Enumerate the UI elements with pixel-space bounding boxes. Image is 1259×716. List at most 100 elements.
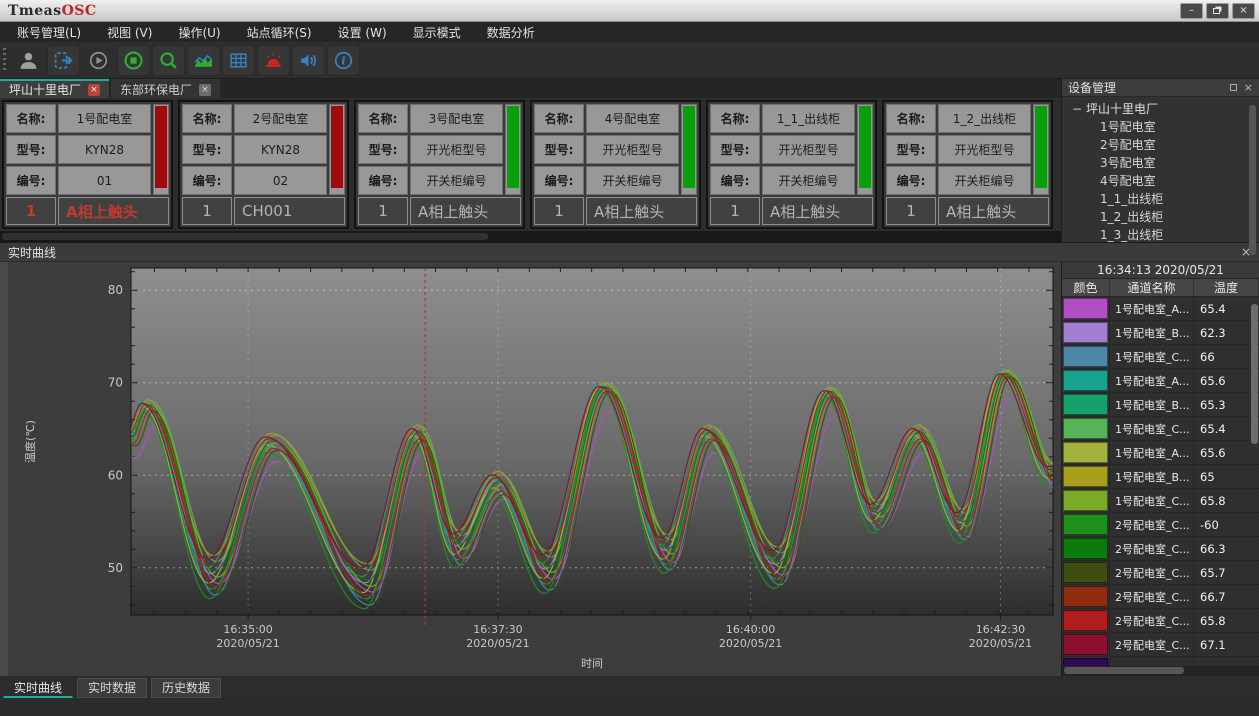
toolbar-drag-handle[interactable]	[3, 48, 6, 72]
channel-readout-table: 16:34:13 2020/05/21 颜色 通道名称 温度 1号配电室_A..…	[1061, 262, 1259, 676]
tree-item[interactable]: 1号配电室	[1062, 118, 1259, 136]
search-icon	[158, 50, 179, 71]
data-table-button[interactable]	[222, 45, 255, 76]
device-card[interactable]: 名称: 3号配电室 型号: 开光柜型号 编号: 开关柜编号 1 A相上触头	[354, 100, 525, 229]
svg-text:16:42:30: 16:42:30	[976, 623, 1025, 636]
column-color[interactable]: 颜色	[1062, 279, 1110, 296]
name-label: 名称:	[534, 104, 584, 133]
record-button[interactable]	[117, 45, 150, 76]
user-button[interactable]	[12, 45, 45, 76]
channel-color-cell	[1062, 537, 1110, 560]
channel-row[interactable]: 2号配电室_C... 66.7	[1062, 585, 1259, 609]
logout-button[interactable]	[47, 45, 80, 76]
channel-row[interactable]: 1号配电室_A... 65.6	[1062, 369, 1259, 393]
panel-close-icon[interactable]: ×	[1244, 83, 1253, 93]
cards-horizontal-scrollbar[interactable]	[0, 231, 1061, 242]
about-button[interactable]: i	[327, 45, 360, 76]
tree-scrollbar[interactable]	[1249, 105, 1256, 255]
menu-item[interactable]: 显示模式	[400, 24, 474, 41]
channel-color-cell	[1062, 489, 1110, 512]
device-card-info: 名称: 2号配电室 型号: KYN28 编号: 02	[182, 104, 345, 195]
tree-item[interactable]: 4号配电室	[1062, 172, 1259, 190]
scrollbar-thumb[interactable]	[1064, 667, 1184, 674]
play-icon	[88, 50, 109, 71]
channel-row[interactable]: 2号配电室_C... -60	[1062, 513, 1259, 537]
status-bar	[329, 104, 345, 195]
curve-body: 5060708016:35:002020/05/2116:37:302020/0…	[0, 262, 1259, 676]
channel-row[interactable]: 2号配电室_C... 65.7	[1062, 561, 1259, 585]
tree-item[interactable]: 1_3_出线柜	[1062, 226, 1259, 244]
channel-row[interactable]: 1号配电室_B... 65	[1062, 465, 1259, 489]
color-swatch	[1063, 514, 1108, 535]
channel-row[interactable]: 1号配电室_B... 62.3	[1062, 321, 1259, 345]
view-tab[interactable]: 历史数据	[151, 678, 221, 698]
view-tab[interactable]: 实时数据	[77, 678, 147, 698]
channel-row[interactable]: 1号配电室_B... 65.3	[1062, 393, 1259, 417]
channel-row[interactable]: 1号配电室_A... 65.4	[1062, 297, 1259, 321]
device-card[interactable]: 名称: 1_1_出线柜 型号: 开光柜型号 编号: 开关柜编号 1 A相上触头	[706, 100, 877, 229]
restore-button[interactable]	[1206, 3, 1229, 19]
collapse-icon[interactable]: −	[1072, 100, 1086, 118]
curve-panel-header: 实时曲线 ×	[0, 243, 1259, 262]
status-bar-fill	[683, 106, 695, 188]
serial-label: 编号:	[358, 166, 408, 195]
channel-name-cell: 2号配电室_C...	[1110, 609, 1194, 632]
channel-index: 1	[710, 197, 760, 225]
menu-item[interactable]: 账号管理(L)	[4, 24, 94, 41]
status-bar-fill	[155, 106, 167, 188]
tree-item[interactable]: 2号配电室	[1062, 136, 1259, 154]
channel-row[interactable]: 2号配电室_C... 66.3	[1062, 537, 1259, 561]
channel-name: A相上触头	[58, 197, 169, 225]
device-card[interactable]: 名称: 1_2_出线柜 型号: 开光柜型号 编号: 开关柜编号 1 A相上触头	[882, 100, 1053, 229]
tab-close-icon[interactable]: ×	[199, 84, 211, 96]
readout-column-headers: 颜色 通道名称 温度	[1062, 279, 1259, 297]
close-button[interactable]: ×	[1232, 3, 1255, 19]
name-value: 1号配电室	[58, 104, 151, 133]
device-card[interactable]: 名称: 4号配电室 型号: 开光柜型号 编号: 开关柜编号 1 A相上触头	[530, 100, 701, 229]
station-tab[interactable]: 坪山十里电厂 ×	[0, 79, 109, 98]
device-card[interactable]: 名称: 2号配电室 型号: KYN28 编号: 02 1 CH001	[178, 100, 349, 229]
view-tab[interactable]: 实时曲线	[3, 678, 73, 698]
curve-view-button[interactable]	[187, 45, 220, 76]
channel-row[interactable]: 2号配电室_C... 65.8	[1062, 609, 1259, 633]
svg-text:2020/05/21: 2020/05/21	[466, 637, 529, 650]
tree-item[interactable]: 1_2_出线柜	[1062, 208, 1259, 226]
channel-temp-cell: 65.7	[1194, 561, 1259, 584]
menu-item[interactable]: 数据分析	[474, 24, 548, 41]
channel-row[interactable]: 1号配电室_C... 66	[1062, 345, 1259, 369]
station-tab[interactable]: 东部环保电厂 ×	[111, 79, 220, 98]
name-value: 3号配电室	[410, 104, 503, 133]
pin-icon[interactable]	[1230, 84, 1237, 91]
channel-row: 1 A相上触头	[534, 197, 697, 225]
model-label: 型号:	[6, 135, 56, 164]
channel-row[interactable]: 2号配电室_C... 67.1	[1062, 633, 1259, 657]
scrollbar-thumb[interactable]	[2, 233, 488, 240]
channel-row[interactable]: 1号配电室_C... 65.4	[1062, 417, 1259, 441]
temperature-chart[interactable]: 5060708016:35:002020/05/2116:37:302020/0…	[0, 262, 1061, 676]
menu-item[interactable]: 站点循环(S)	[234, 24, 325, 41]
tree-root-node[interactable]: −坪山十里电厂	[1062, 100, 1259, 118]
minimize-button[interactable]: –	[1180, 3, 1203, 19]
menu-item[interactable]: 视图 (V)	[94, 24, 165, 41]
menu-item[interactable]: 操作(U)	[165, 24, 233, 41]
serial-value: 02	[234, 166, 327, 195]
sound-button[interactable]	[292, 45, 325, 76]
search-button[interactable]	[152, 45, 185, 76]
channel-name-cell: 1号配电室_A...	[1110, 297, 1194, 320]
channel-row[interactable]: 1号配电室_A... 65.6	[1062, 441, 1259, 465]
alarm-button[interactable]	[257, 45, 290, 76]
color-swatch	[1063, 466, 1108, 487]
readout-vertical-scrollbar[interactable]	[1251, 304, 1258, 444]
tab-close-icon[interactable]: ×	[88, 84, 100, 96]
tree-item[interactable]: 3号配电室	[1062, 154, 1259, 172]
column-name[interactable]: 通道名称	[1110, 279, 1194, 296]
color-swatch	[1063, 322, 1108, 343]
play-button[interactable]	[82, 45, 115, 76]
tree-item[interactable]: 1_1_出线柜	[1062, 190, 1259, 208]
readout-horizontal-scrollbar[interactable]	[1062, 666, 1259, 676]
device-card[interactable]: 名称: 1号配电室 型号: KYN28 编号: 01 1 A相上触头	[2, 100, 173, 229]
menu-item[interactable]: 设置 (W)	[325, 24, 400, 41]
channel-row[interactable]: 1号配电室_C... 65.8	[1062, 489, 1259, 513]
column-temp[interactable]: 温度	[1194, 279, 1259, 296]
channel-row[interactable]	[1062, 657, 1259, 666]
